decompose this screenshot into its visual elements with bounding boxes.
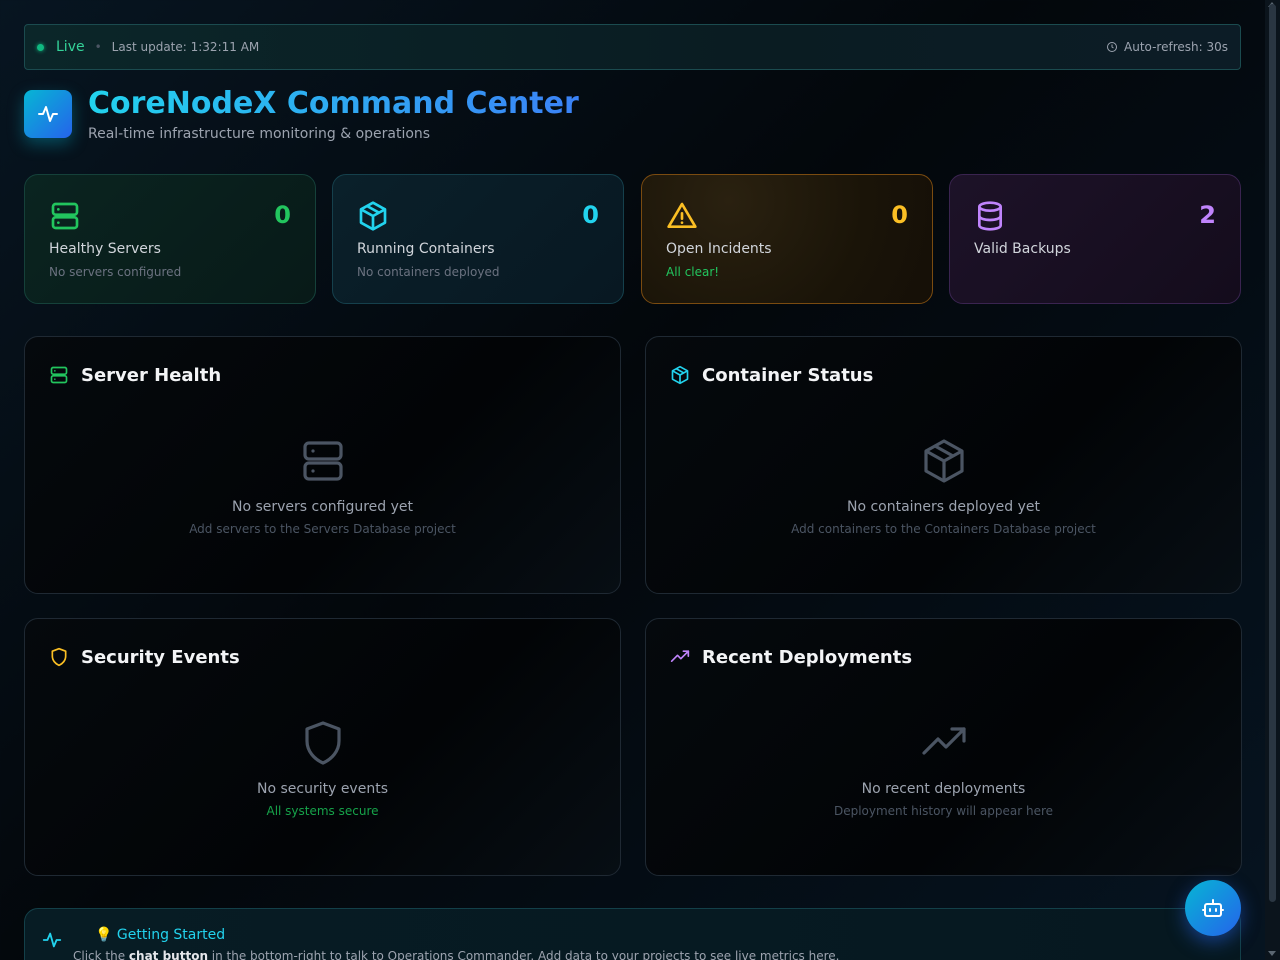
container-icon <box>923 439 964 483</box>
stat-card-open-incidents[interactable]: 0 Open Incidents All clear! <box>641 174 933 304</box>
stat-hint: All clear! <box>666 265 720 279</box>
getting-started-text-after: in the bottom-right to talk to Operation… <box>207 949 840 960</box>
activity-icon <box>38 106 58 122</box>
chat-button[interactable] <box>1185 880 1241 936</box>
stat-value: 0 <box>582 201 599 229</box>
empty-state-title: No recent deployments <box>861 781 1026 797</box>
auto-refresh: Auto-refresh: 30s <box>1106 40 1228 54</box>
panel-title: Container Status <box>702 365 874 386</box>
stat-label: Valid Backups <box>974 241 1071 257</box>
trending-up-icon <box>670 650 690 662</box>
page-subtitle: Real-time infrastructure monitoring & op… <box>88 126 431 142</box>
live-indicator-dot <box>37 43 44 51</box>
server-icon <box>50 366 68 384</box>
stat-card-valid-backups[interactable]: 2 Valid Backups <box>949 174 1241 304</box>
scrollbar-thumb[interactable] <box>1269 4 1276 902</box>
panel-security-events: Security Events No security events All s… <box>24 618 621 876</box>
stat-label: Open Incidents <box>666 241 772 257</box>
clock-icon <box>1107 42 1118 52</box>
stat-value: 0 <box>274 201 291 229</box>
server-icon <box>51 202 79 230</box>
live-label: Live <box>56 39 85 55</box>
separator-dot: • <box>94 40 102 54</box>
activity-icon <box>42 932 62 948</box>
getting-started-text: Click the chat button in the bottom-righ… <box>73 949 839 960</box>
stat-value: 2 <box>1199 201 1216 229</box>
page-header: CoreNodeX Command Center Real-time infra… <box>24 86 579 142</box>
stat-hint: No servers configured <box>49 265 182 279</box>
stat-card-running-containers[interactable]: 0 Running Containers No containers deplo… <box>332 174 624 304</box>
panel-title: Server Health <box>81 365 222 386</box>
empty-state-subtitle: Add servers to the Servers Database proj… <box>189 522 456 536</box>
getting-started-banner: 💡 Getting Started Click the chat button … <box>24 908 1241 960</box>
getting-started-text-before: Click the <box>73 949 129 960</box>
stat-hint: No containers deployed <box>357 265 500 279</box>
panel-title: Security Events <box>81 647 240 668</box>
shield-icon <box>304 721 341 765</box>
container-icon <box>359 201 387 231</box>
scroll-down-arrow-icon[interactable] <box>1268 951 1276 956</box>
panel-container-status: Container Status No containers deployed … <box>645 336 1242 594</box>
stat-value: 0 <box>891 201 908 229</box>
app-logo <box>24 90 72 138</box>
bot-icon <box>1202 899 1224 917</box>
page-title: CoreNodeX Command Center <box>88 86 579 121</box>
auto-refresh-label: Auto-refresh: 30s <box>1124 40 1228 54</box>
empty-state-title: No servers configured yet <box>231 499 414 515</box>
trending-up-icon <box>921 727 966 755</box>
stat-label: Healthy Servers <box>49 241 161 257</box>
empty-state-title: No containers deployed yet <box>846 499 1041 515</box>
container-icon <box>671 365 689 385</box>
database-icon <box>978 201 1002 231</box>
status-bar: Live • Last update: 1:32:11 AM Auto-refr… <box>24 24 1241 70</box>
empty-state-subtitle: Add containers to the Containers Databas… <box>791 522 1096 536</box>
getting-started-title: 💡 Getting Started <box>95 927 226 943</box>
empty-state-subtitle: All systems secure <box>266 804 379 818</box>
panel-title: Recent Deployments <box>702 647 913 668</box>
last-update-text: Last update: 1:32:11 AM <box>111 40 260 54</box>
stat-card-healthy-servers[interactable]: 0 Healthy Servers No servers configured <box>24 174 316 304</box>
panel-recent-deployments: Recent Deployments No recent deployments… <box>645 618 1242 876</box>
panel-server-health: Server Health No servers configured yet … <box>24 336 621 594</box>
server-icon <box>302 441 343 481</box>
empty-state-subtitle: Deployment history will appear here <box>833 804 1054 818</box>
empty-state-title: No security events <box>256 781 388 797</box>
shield-icon <box>51 647 67 667</box>
getting-started-text-bold: chat button <box>128 949 208 960</box>
stat-label: Running Containers <box>357 241 495 257</box>
warning-icon <box>667 202 697 228</box>
page-scrollbar[interactable] <box>1265 0 1280 960</box>
